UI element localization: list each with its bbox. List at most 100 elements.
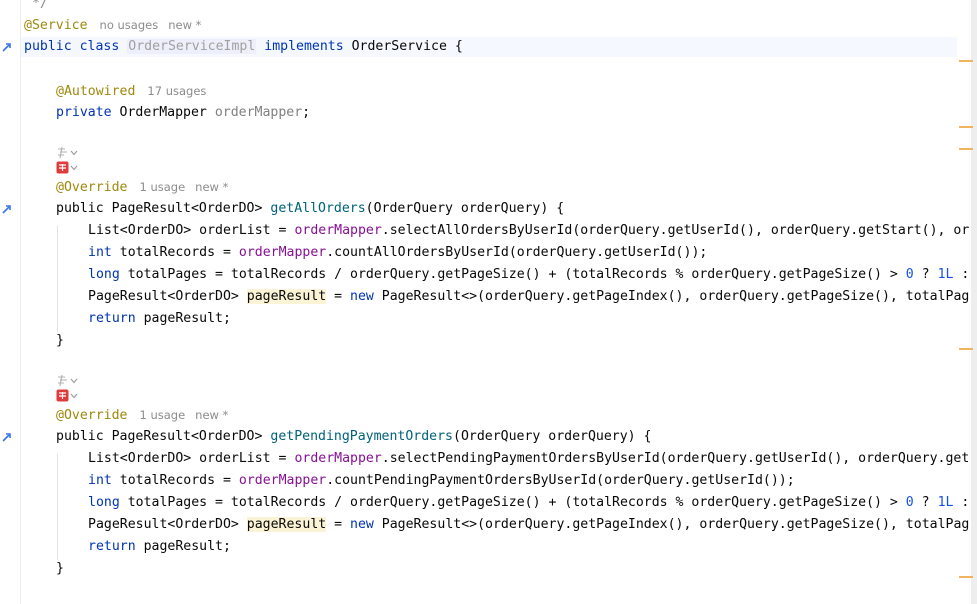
code-text: PageResult<>(orderQuery.getPageIndex(), … [373, 289, 970, 304]
keyword: return [88, 311, 136, 326]
number-literal: 0 [905, 495, 914, 510]
code-line[interactable]: public PageResult<OrderDO> getAllOrders(… [56, 199, 564, 219]
usages-hint[interactable]: 1 usage [139, 180, 185, 194]
autowired-annotation: @Autowired [56, 84, 136, 99]
service-annotation: @Service [24, 18, 88, 33]
number-literal: 0 [905, 267, 914, 282]
error-stripe-marker[interactable] [959, 60, 973, 62]
method-name[interactable]: getAllOrders [270, 201, 365, 216]
class-name[interactable]: OrderServiceImpl [127, 39, 257, 54]
inline-plugin-icons[interactable] [56, 146, 80, 176]
implementing-method-icon[interactable] [1, 203, 13, 215]
implementing-method-icon[interactable] [1, 431, 13, 443]
code-text: totalRecords = [111, 473, 239, 488]
code-line[interactable]: long totalPages = totalRecords / orderQu… [88, 265, 969, 285]
keyword: int [88, 245, 112, 260]
code-text: totalRecords = [111, 245, 239, 260]
code-line[interactable]: @Service no usages new * [24, 15, 201, 35]
keyword: long [88, 495, 120, 510]
type-name[interactable]: OrderMapper [120, 105, 207, 120]
code-text: PageResult<>(orderQuery.getPageIndex(), … [373, 517, 970, 532]
code-line[interactable]: public PageResult<OrderDO> getPendingPay… [56, 427, 652, 447]
field-name[interactable]: orderMapper [215, 105, 302, 120]
error-stripe-marker[interactable] [959, 348, 973, 350]
code-line[interactable]: List<OrderDO> orderList = orderMapper.se… [88, 449, 969, 469]
comment-end: */ [32, 0, 48, 11]
scrollbar-track[interactable] [971, 0, 977, 604]
override-annotation: @Override [56, 408, 128, 423]
code-text: : [953, 495, 970, 510]
keyword: class [79, 39, 120, 54]
code-line[interactable]: return pageResult; [88, 537, 231, 557]
number-literal: 1L [937, 495, 954, 510]
code-line[interactable]: public class OrderServiceImpl implements… [24, 37, 463, 57]
author-hint[interactable]: new * [168, 18, 201, 32]
chevron-down-icon[interactable] [70, 150, 78, 156]
keyword: implements [264, 39, 344, 54]
code-line[interactable]: private OrderMapper orderMapper; [56, 103, 310, 123]
method-params: (OrderQuery orderQuery) { [453, 429, 652, 444]
field-ref[interactable]: orderMapper [294, 451, 381, 466]
error-stripe-marker[interactable] [959, 126, 973, 128]
chevron-down-icon[interactable] [70, 393, 78, 399]
plugin-badge-icon[interactable] [56, 161, 69, 174]
code-line[interactable]: @Override 1 usage new * [56, 177, 228, 197]
inline-plugin-icons[interactable] [56, 374, 80, 404]
code-text: PageResult<OrderDO> [88, 289, 247, 304]
method-name[interactable]: getPendingPaymentOrders [270, 429, 453, 444]
code-line[interactable]: int totalRecords = orderMapper.countAllO… [88, 243, 707, 263]
brace: { [454, 39, 463, 54]
code-line[interactable]: return pageResult; [88, 309, 231, 329]
interface-name[interactable]: OrderService [352, 39, 447, 54]
method-signature: public PageResult<OrderDO> [56, 429, 271, 444]
code-text: PageResult<OrderDO> [88, 517, 247, 532]
code-text: .selectPendingPaymentOrdersByUserId(orde… [381, 451, 970, 466]
usages-hint[interactable]: 1 usage [139, 408, 185, 422]
code-line[interactable]: @Override 1 usage new * [56, 405, 228, 425]
code-text: .selectAllOrdersByUserId(orderQuery.getU… [381, 223, 970, 238]
brace: } [56, 333, 64, 348]
keyword: private [56, 105, 112, 120]
code-text: ? [913, 267, 938, 282]
usages-hint[interactable]: 17 usages [147, 84, 206, 98]
number-literal: 1L [937, 267, 954, 282]
ai-assistant-icon[interactable] [56, 374, 69, 387]
chevron-down-icon[interactable] [70, 165, 78, 171]
code-line[interactable]: } [56, 559, 64, 579]
keyword: return [88, 539, 136, 554]
code-line[interactable]: long totalPages = totalRecords / orderQu… [88, 493, 969, 513]
plugin-badge-icon[interactable] [56, 389, 69, 402]
code-line[interactable]: int totalRecords = orderMapper.countPend… [88, 471, 795, 491]
highlighted-variable[interactable]: pageResult [246, 289, 327, 304]
author-hint[interactable]: new * [195, 180, 228, 194]
usages-hint[interactable]: no usages [100, 18, 159, 32]
override-annotation: @Override [56, 180, 128, 195]
code-line[interactable]: PageResult<OrderDO> pageResult = new Pag… [88, 515, 969, 535]
field-ref[interactable]: orderMapper [239, 245, 326, 260]
brace: } [56, 561, 64, 576]
code-text: totalPages = totalRecords / orderQuery.g… [119, 267, 906, 282]
implementing-method-icon[interactable] [1, 41, 13, 53]
code-line[interactable]: } [56, 331, 64, 351]
method-params: (OrderQuery orderQuery) { [365, 201, 565, 216]
code-text: .countAllOrdersByUserId(orderQuery.getUs… [326, 245, 708, 260]
code-line[interactable]: PageResult<OrderDO> pageResult = new Pag… [88, 287, 969, 307]
code-text: = [326, 517, 351, 532]
field-ref[interactable]: orderMapper [294, 223, 381, 238]
chevron-down-icon[interactable] [70, 378, 78, 384]
code-line[interactable]: */ [32, 0, 48, 14]
field-ref[interactable]: orderMapper [239, 473, 326, 488]
ai-assistant-icon[interactable] [56, 146, 69, 159]
code-text: = [326, 289, 351, 304]
code-line[interactable]: List<OrderDO> orderList = orderMapper.se… [88, 221, 969, 241]
code-text: List<OrderDO> orderList = [88, 223, 295, 238]
code-text: ? [913, 495, 938, 510]
highlighted-variable[interactable]: pageResult [246, 517, 327, 532]
error-stripe-marker[interactable] [959, 148, 973, 150]
code-line[interactable]: @Autowired 17 usages [56, 81, 206, 101]
author-hint[interactable]: new * [195, 408, 228, 422]
code-text: totalPages = totalRecords / orderQuery.g… [119, 495, 906, 510]
keyword: long [88, 267, 120, 282]
code-text: pageResult; [135, 539, 231, 554]
error-stripe-marker[interactable] [959, 576, 973, 578]
